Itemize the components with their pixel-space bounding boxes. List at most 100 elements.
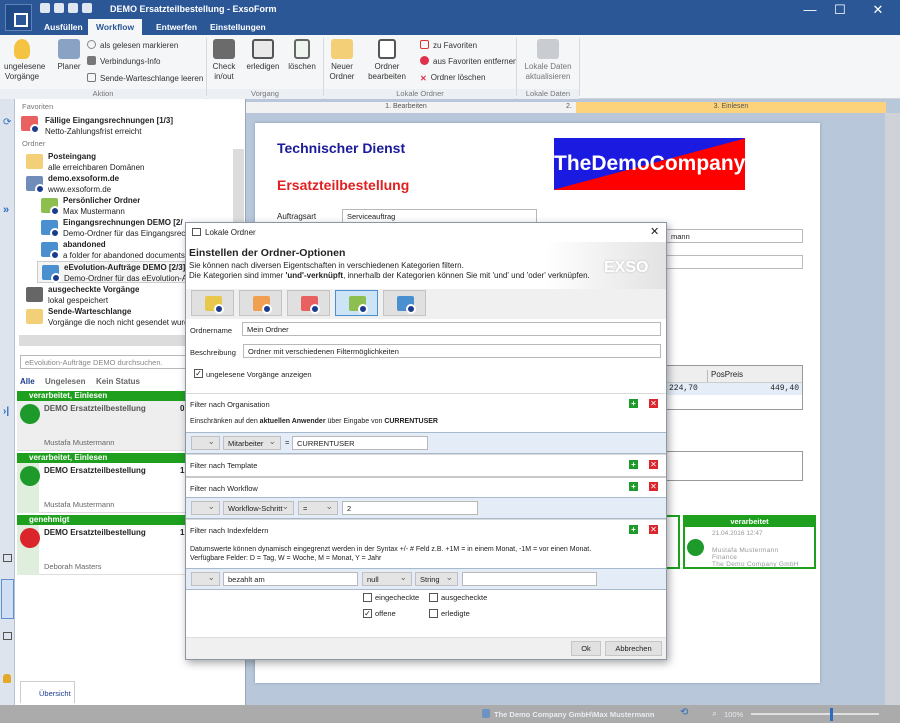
add-filter-organisation-button[interactable]: + xyxy=(629,399,638,408)
delete-folder-button[interactable]: ✕ Ordner löschen xyxy=(420,73,485,83)
dialog-close-button[interactable]: ✕ xyxy=(650,225,659,238)
checkinout-button[interactable]: Check in/out xyxy=(210,39,238,82)
document-icon[interactable] xyxy=(82,3,92,13)
folder-color-button[interactable] xyxy=(239,290,282,316)
tree-item[interactable]: ausgecheckte Vorgänge lokal gespeichert xyxy=(22,284,209,306)
auftragsart-input[interactable]: Serviceauftrag xyxy=(342,209,537,223)
remove-filter-workflow-button[interactable]: ✕ xyxy=(649,482,658,491)
favorite-item[interactable]: Fällige Eingangsrechnungen [1/3] Netto-Za… xyxy=(19,114,239,138)
workflow-field-select[interactable]: Workflow-Schritt xyxy=(223,501,294,515)
sync-icon[interactable]: ⟳ xyxy=(3,117,11,128)
close-button[interactable]: ✕ xyxy=(863,2,893,18)
new-folder-button[interactable]: Neuer Ordner xyxy=(327,39,357,82)
clear-queue-button[interactable]: Sende-Warteschlange leeren xyxy=(87,73,203,83)
collapse-panel-icon[interactable]: ›| xyxy=(3,406,9,417)
tree-item[interactable]: abandoned a folder for abandoned document… xyxy=(37,239,209,261)
badge-icon xyxy=(214,304,224,314)
logic-select[interactable] xyxy=(191,501,220,515)
refresh-icon[interactable]: ⟲ xyxy=(680,707,688,718)
person-select[interactable]: mann xyxy=(666,229,803,243)
erledigen-button[interactable]: erledigen xyxy=(243,39,283,72)
status-checkbox-label: eingecheckte xyxy=(375,593,420,602)
index-type-select[interactable]: String xyxy=(415,572,458,586)
tab-einstellungen[interactable]: Einstellungen xyxy=(202,19,274,35)
filter-label: Filter nach Organisation xyxy=(190,400,270,409)
org-value-input[interactable]: CURRENTUSER xyxy=(292,436,428,450)
add-filter-index-button[interactable]: + xyxy=(629,525,638,534)
minimize-button[interactable]: — xyxy=(795,2,825,17)
tree-item[interactable]: Persönlicher Ordner Max Mustermann xyxy=(37,195,209,217)
form-field[interactable] xyxy=(666,255,803,269)
step-3-active[interactable]: 3. Einlesen xyxy=(576,102,886,113)
list-layout-icon[interactable] xyxy=(1,579,14,619)
save-icon[interactable] xyxy=(54,3,64,13)
folder-icon xyxy=(205,296,224,314)
step-1[interactable]: 1. Bearbeiten xyxy=(246,103,566,110)
tree-item[interactable]: Posteingang alle erreichbaren Domänen xyxy=(22,151,209,173)
remove-filter-template-button[interactable]: ✕ xyxy=(649,460,658,469)
planer-button[interactable]: Planer xyxy=(54,39,84,72)
add-favorite-button[interactable]: zu Favoriten xyxy=(420,40,477,50)
remove-favorite-button[interactable]: aus Favoriten entfernen xyxy=(420,56,518,66)
notes-field[interactable] xyxy=(666,451,803,481)
index-operator-select[interactable]: null xyxy=(362,572,412,586)
tree-item[interactable]: Sende-Warteschlange Vorgänge die noch nic… xyxy=(22,306,209,328)
loeschen-button[interactable]: löschen xyxy=(286,39,318,72)
mark-read-button[interactable]: als gelesen markieren xyxy=(87,40,178,50)
logic-select[interactable] xyxy=(191,436,220,450)
add-filter-template-button[interactable]: + xyxy=(629,460,638,469)
ok-button[interactable]: Ok xyxy=(571,641,601,656)
step-2[interactable]: 2. xyxy=(566,103,576,110)
connection-info-button[interactable]: Verbindungs-Info xyxy=(87,56,161,66)
app-menu-button[interactable] xyxy=(5,4,32,31)
print-icon[interactable] xyxy=(68,3,78,13)
window-icon xyxy=(192,228,201,236)
tab-ausfuellen[interactable]: Ausfüllen xyxy=(36,19,91,35)
filter-row-organisation: Mitarbeiter = CURRENTUSER xyxy=(186,432,666,454)
tree-item[interactable]: Eingangsrechnungen DEMO [2/Demo-Ordner f… xyxy=(37,217,209,239)
expand-icon[interactable]: » xyxy=(3,204,9,216)
badge-icon xyxy=(262,304,272,314)
cancel-button[interactable]: Abbrechen xyxy=(605,641,662,656)
index-value-input[interactable] xyxy=(462,572,597,586)
layout-icon[interactable] xyxy=(3,554,12,562)
tab-entwerfen[interactable]: Entwerfen xyxy=(148,19,205,35)
status-checkbox[interactable] xyxy=(363,593,372,602)
ordnername-input[interactable]: Mein Ordner xyxy=(242,322,661,336)
tab-workflow[interactable]: Workflow xyxy=(88,19,143,35)
lock-icon[interactable] xyxy=(3,674,11,683)
folder-color-button[interactable] xyxy=(191,290,234,316)
field-select[interactable]: Mitarbeiter xyxy=(223,436,281,450)
workflow-value-input[interactable]: 2 xyxy=(342,501,478,515)
vertical-scrollbar[interactable] xyxy=(885,113,900,705)
remove-filter-index-button[interactable]: ✕ xyxy=(649,525,658,534)
filter-kein-status[interactable]: Kein Status xyxy=(96,377,140,386)
beschreibung-input[interactable]: Ordner mit verschiedenen Filtermöglichke… xyxy=(243,344,661,358)
unread-checkbox[interactable]: ✓ xyxy=(194,369,203,378)
window-icon[interactable] xyxy=(3,632,12,640)
tree-item[interactable]: eEvolution-Aufträge DEMO [2/3] Demo-Ordne… xyxy=(37,261,209,283)
zoom-slider[interactable] xyxy=(751,713,879,715)
maximize-button[interactable]: ☐ xyxy=(825,2,855,18)
status-checkbox[interactable] xyxy=(429,593,438,602)
index-field-input[interactable]: bezahlt am xyxy=(223,572,358,586)
logic-select[interactable] xyxy=(191,572,220,586)
filter-label: Filter nach Workflow xyxy=(190,484,258,493)
settings-icon[interactable] xyxy=(40,3,50,13)
workflow-operator-select[interactable]: = xyxy=(298,501,338,515)
folder-color-button[interactable] xyxy=(383,290,426,316)
folder-color-button[interactable] xyxy=(335,290,378,316)
refresh-local-data-button[interactable]: Lokale Daten aktualisieren xyxy=(520,39,576,82)
tree-item[interactable]: demo.exsoform.de www.exsoform.de xyxy=(22,173,209,195)
add-filter-workflow-button[interactable]: + xyxy=(629,482,638,491)
unread-button[interactable]: ungelesene Vorgänge xyxy=(4,39,45,82)
zoom-slider-thumb[interactable] xyxy=(830,708,834,721)
edit-folder-button[interactable]: Ordner bearbeiten xyxy=(365,39,409,82)
status-checkbox[interactable]: ✓ xyxy=(363,609,372,618)
status-checkbox[interactable] xyxy=(429,609,438,618)
remove-filter-organisation-button[interactable]: ✕ xyxy=(649,399,658,408)
folder-color-button[interactable] xyxy=(287,290,330,316)
filter-ungelesen[interactable]: Ungelesen xyxy=(45,377,85,386)
filter-alle[interactable]: Alle xyxy=(20,377,35,386)
overview-tab[interactable]: Übersicht xyxy=(20,681,75,703)
